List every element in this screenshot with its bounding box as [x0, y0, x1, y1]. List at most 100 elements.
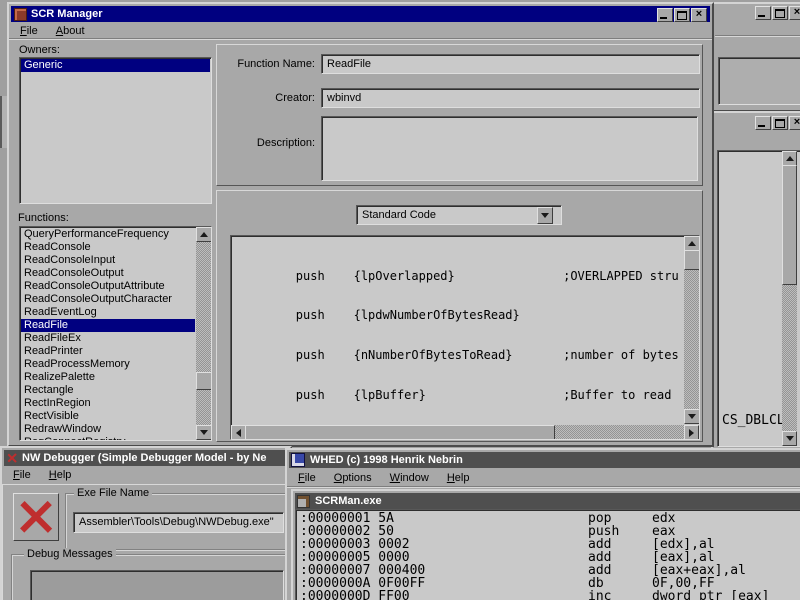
scrollbar-vertical[interactable]	[684, 236, 699, 424]
divider	[715, 35, 800, 37]
scrollbar-thumb[interactable]	[782, 165, 797, 285]
minimize-button[interactable]	[657, 8, 673, 22]
scroll-down-button[interactable]	[782, 431, 797, 446]
scroll-up-button[interactable]	[782, 151, 797, 166]
scr-manager-icon	[14, 8, 27, 21]
owners-listbox[interactable]: Generic	[19, 57, 212, 204]
close-button[interactable]: ×	[789, 116, 800, 130]
code-type-combobox[interactable]: Standard Code	[356, 205, 562, 225]
minimize-button[interactable]	[755, 116, 771, 130]
list-item-function[interactable]: ReadEventLog	[21, 306, 195, 319]
scr-manager-window: SCR Manager × File About Owners: Generic…	[7, 2, 714, 447]
menu-window[interactable]: Window	[381, 470, 438, 487]
list-item-function[interactable]: RegConnectRegistry	[21, 436, 195, 441]
nw-debugger-red-x-icon	[6, 452, 18, 464]
scrollbar-thumb[interactable]	[196, 372, 212, 390]
window-title: NW Debugger (Simple Debugger Model - by …	[22, 452, 266, 464]
list-item-function[interactable]: ReadConsoleOutputAttribute	[21, 280, 195, 293]
menubar-divider	[287, 486, 800, 488]
list-item-function[interactable]: Rectangle	[21, 384, 195, 397]
scrman-titlebar[interactable]: SCRMan.exe	[295, 493, 800, 509]
list-item-function[interactable]: ReadProcessMemory	[21, 358, 195, 371]
whed-menubar: File Options Window Help	[289, 470, 478, 487]
scroll-up-button[interactable]	[196, 227, 212, 242]
menu-help[interactable]: Help	[40, 467, 81, 484]
list-item-function[interactable]: RealizePalette	[21, 371, 195, 384]
functions-listbox[interactable]: QueryPerformanceFrequency ReadConsole Re…	[19, 226, 212, 441]
scrollbar-thumb[interactable]	[684, 250, 700, 270]
close-button[interactable]: ×	[691, 8, 707, 22]
whed-icon	[291, 453, 305, 467]
list-item-function[interactable]: RedrawWindow	[21, 423, 195, 436]
list-item-function[interactable]: QueryPerformanceFrequency	[21, 228, 195, 241]
scroll-down-button[interactable]	[684, 409, 700, 424]
minimize-button[interactable]	[755, 6, 771, 20]
close-button[interactable]: ×	[789, 6, 800, 20]
scroll-up-button[interactable]	[684, 236, 700, 251]
disassembly-listing[interactable]: :00000001 5Apopedx :00000002 50pusheax :…	[295, 509, 800, 600]
list-item-function[interactable]: ReadPrinter	[21, 345, 195, 358]
function-name-field[interactable]: ReadFile	[321, 54, 700, 74]
scrollbar-thumb[interactable]	[245, 425, 555, 440]
menu-file[interactable]: File	[4, 467, 40, 484]
debug-messages-group: Debug Messages	[11, 554, 291, 600]
list-item-function[interactable]: ReadConsoleOutput	[21, 267, 195, 280]
scrman-icon	[297, 495, 310, 508]
scroll-left-button[interactable]	[231, 425, 246, 440]
whed-window: WHED (c) 1998 Henrik Nebrin File Options…	[285, 448, 800, 600]
list-item-function[interactable]: ReadFileEx	[21, 332, 195, 345]
menu-file[interactable]: File	[289, 470, 325, 487]
background-listbox[interactable]: CS_DBLCL	[717, 150, 800, 447]
list-item-function[interactable]: ReadConsoleInput	[21, 254, 195, 267]
scr-manager-titlebar[interactable]: SCR Manager	[11, 6, 710, 22]
exe-file-field[interactable]: Assembler\Tools\Debug\NWDebug.exe"	[73, 512, 284, 533]
maximize-button[interactable]	[674, 8, 690, 22]
background-window-b: × CS_DBLCL	[711, 111, 800, 451]
window-title: SCR Manager	[31, 8, 103, 20]
code-type-value: Standard Code	[362, 209, 436, 221]
maximize-button[interactable]	[772, 116, 788, 130]
exe-file-group-label: Exe File Name	[74, 487, 152, 499]
scroll-down-button[interactable]	[196, 425, 212, 440]
code-text: push {lpOverlapped} ;OVERLAPPED stru pus…	[238, 243, 683, 424]
menu-options[interactable]: Options	[325, 470, 381, 487]
scrollbar-vertical[interactable]	[196, 227, 211, 440]
scrollbar-vertical[interactable]	[782, 151, 797, 446]
scrollbar-horizontal[interactable]	[231, 425, 699, 439]
fields-panel: Function Name: ReadFile Creator: wbinvd …	[216, 44, 703, 186]
nw-debugger-titlebar[interactable]: NW Debugger (Simple Debugger Model - by …	[4, 450, 288, 466]
function-name-label: Function Name:	[235, 58, 315, 70]
debug-messages-area[interactable]	[30, 570, 284, 600]
nw-debugger-client: Exe File Name Assembler\Tools\Debug\NWDe…	[2, 484, 290, 600]
list-item-function[interactable]: ReadConsoleOutputCharacter	[21, 293, 195, 306]
list-item-function[interactable]: RectInRegion	[21, 397, 195, 410]
list-item-function-selected[interactable]: ReadFile	[21, 319, 195, 332]
window-title: WHED (c) 1998 Henrik Nebrin	[310, 454, 463, 466]
background-window-a: ×	[711, 2, 800, 112]
list-item-function[interactable]: RectVisible	[21, 410, 195, 423]
combobox-dropdown-button[interactable]	[537, 207, 553, 224]
desktop: × × CS_DBLCL SCR Manager	[0, 0, 800, 600]
child-window-title: SCRMan.exe	[315, 495, 382, 507]
code-area[interactable]: push {lpOverlapped} ;OVERLAPPED stru pus…	[230, 235, 700, 440]
background-panel	[718, 57, 800, 105]
scroll-right-button[interactable]	[684, 425, 699, 440]
owners-label: Owners:	[19, 44, 60, 56]
debug-messages-group-label: Debug Messages	[24, 548, 116, 560]
whed-titlebar[interactable]: WHED (c) 1998 Henrik Nebrin	[289, 452, 800, 468]
exe-file-group: Exe File Name Assembler\Tools\Debug\NWDe…	[65, 493, 297, 550]
list-item-owner[interactable]: Generic	[21, 59, 210, 72]
nw-debugger-window: NW Debugger (Simple Debugger Model - by …	[0, 446, 292, 600]
description-field[interactable]	[321, 116, 698, 181]
maximize-button[interactable]	[772, 6, 788, 20]
listbox-text: CS_DBLCL	[722, 413, 785, 428]
code-panel: Standard Code push {lpOverlapped} ;OVERL…	[216, 190, 703, 442]
menu-help[interactable]: Help	[438, 470, 479, 487]
creator-field[interactable]: wbinvd	[321, 88, 700, 108]
scrman-child-window: SCRMan.exe :00000001 5Apopedx :00000002 …	[291, 489, 800, 600]
menubar-divider	[9, 38, 712, 40]
stop-debug-button[interactable]	[13, 493, 59, 541]
list-item-function[interactable]: ReadConsole	[21, 241, 195, 254]
creator-label: Creator:	[235, 92, 315, 104]
red-x-icon	[14, 494, 58, 540]
